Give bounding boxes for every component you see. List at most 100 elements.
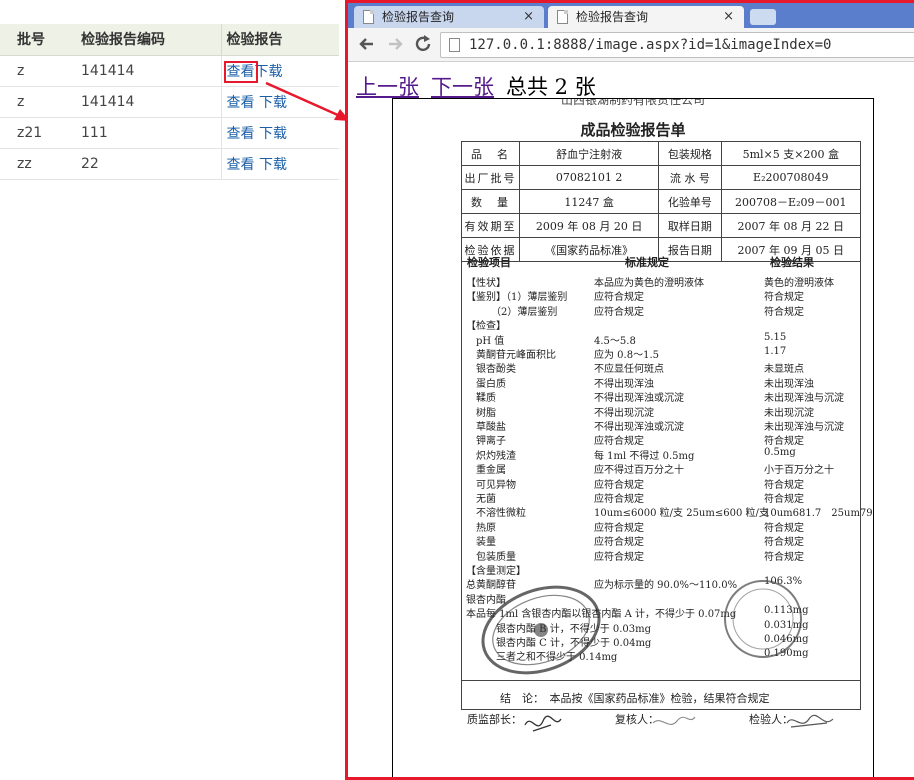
tab-title: 检验报告查询 (576, 10, 649, 24)
result-standard: 10um≤6000 粒/支 25um≤600 粒/支 (594, 508, 769, 520)
result-row: 蛋白质 不得出现浑浊 未出现浑浊 (466, 375, 866, 390)
result-item: 不溶性微粒 (466, 508, 526, 520)
result-row: 【检查】 (466, 317, 866, 332)
info-value: 200708－E₂09－001 (720, 189, 862, 214)
close-icon[interactable]: × (723, 6, 734, 28)
view-link[interactable]: 查看 (223, 60, 258, 83)
report-title: 成品检验报告单 (580, 121, 686, 139)
cell-batch: z (0, 55, 64, 87)
header-report: 检验报告 (220, 24, 339, 56)
result-row: 鞣质 不得出现浑浊或沉淀 未出现浑浊与沉淀 (466, 389, 866, 405)
result-value: 5.15 (764, 331, 787, 343)
browser-window: 检验报告查询 × 检验报告查询 × 127.0.0.1:8888/image.a… (345, 0, 914, 780)
result-item: 无菌 (466, 494, 496, 505)
download-link[interactable]: 下载 (259, 157, 287, 173)
result-row: 炽灼残渣 每 1ml 不得过 0.5mg 0.5mg (466, 446, 866, 462)
info-row: 出厂批号 07082101 2流 水 号 E₂200708049 (461, 165, 862, 190)
page-viewport: 上一张 下一张 总共 2 张 山西银湖制药有限责任公司 成品检验报告单 品 名舒血宁… (348, 63, 914, 777)
result-standard: 应符合规定 (594, 537, 644, 549)
result-value: 符合规定 (764, 436, 804, 448)
cell-batch: z (0, 86, 64, 118)
result-row: 重金属 应不得过百万分之十 小于百万分之十 (466, 461, 866, 477)
result-standard: 不得出现沉淀 (594, 407, 654, 419)
result-value: 符合规定 (764, 551, 804, 563)
report-info-table: 品 名舒血宁注射液 包装规格 5ml×5 支×200 盒出厂批号 07082101 2… (461, 141, 862, 262)
result-item: （2）薄层鉴别 (466, 306, 558, 318)
view-link[interactable]: 查看 (227, 95, 255, 111)
download-link[interactable]: 下载 (255, 64, 283, 80)
result-standard: 应符合规定 (594, 306, 644, 318)
reload-button[interactable] (412, 33, 434, 55)
signature-icon (524, 715, 562, 732)
result-row: 【鉴别】（1）薄层鉴别 应符合规定 符合规定 (466, 288, 866, 304)
result-value: 0.5mg (764, 446, 796, 458)
result-header-item: 检验项目 (467, 256, 511, 269)
close-icon[interactable]: × (523, 6, 534, 28)
result-item: 炽灼残渣 (466, 450, 516, 462)
result-row: 不溶性微粒 10um≤6000 粒/支 25um≤600 粒/支 10um681.7… (466, 504, 873, 520)
result-item: 【鉴别】（1）薄层鉴别 (466, 292, 568, 304)
info-value: 5ml×5 支×200 盒 (720, 141, 862, 166)
result-item: 银杏酚类 (466, 364, 516, 376)
cell-code: 141414 (64, 55, 221, 87)
result-item: 热原 (466, 522, 496, 534)
cell-code: 141414 (64, 86, 221, 118)
result-value: 未出现浑浊 (764, 378, 814, 390)
result-row: （2）薄层鉴别 应符合规定 符合规定 (466, 303, 866, 318)
cell-actions: 查看 下载 (220, 148, 339, 180)
image-pager: 上一张 下一张 总共 2 张 (356, 71, 596, 101)
company-name: 山西银湖制药有限责任公司 (560, 98, 705, 107)
result-item: 鞣质 (466, 393, 496, 405)
result-standard: 应符合规定 (594, 551, 644, 563)
tab-title: 检验报告查询 (382, 10, 455, 24)
info-row: 有效期至 2009 年 08 月 20 日取样日期 2007 年 08 月 22 日 (461, 213, 862, 238)
result-value: 符合规定 (764, 292, 804, 304)
forward-button[interactable] (384, 33, 406, 55)
image-count: 总共 2 张 (506, 75, 596, 99)
back-button[interactable] (356, 33, 378, 55)
table-row: zz 22 查看 下载 (0, 148, 339, 180)
result-header-result: 检验结果 (770, 256, 814, 269)
cell-batch: zz (0, 148, 64, 180)
scanned-report-image: 山西银湖制药有限责任公司 成品检验报告单 品 名舒血宁注射液 包装规格 5ml×5 … (392, 98, 874, 777)
browser-tab-inactive[interactable]: 检验报告查询 × (354, 6, 544, 28)
result-standard: 应符合规定 (594, 522, 644, 534)
company-seal-icon (481, 585, 601, 675)
result-row: 银杏酚类 不应显任何斑点 未显斑点 (466, 360, 866, 376)
result-item: pH 值 (466, 335, 505, 347)
result-value: 符合规定 (764, 306, 804, 318)
result-standard: 应符合规定 (594, 494, 644, 505)
browser-toolbar: 127.0.0.1:8888/image.aspx?id=1&imageInde… (348, 28, 914, 62)
view-link[interactable]: 查看 (227, 126, 255, 142)
prev-image-link[interactable]: 上一张 (356, 75, 419, 99)
result-row: 无菌 应符合规定 符合规定 (466, 490, 866, 505)
header-report-code: 检验报告编码 (64, 24, 221, 56)
result-standard: 4.5～5.8 (594, 335, 636, 347)
info-value: 2007 年 08 月 22 日 (720, 213, 862, 238)
next-image-link[interactable]: 下一张 (431, 75, 494, 99)
cell-code: 22 (64, 148, 221, 180)
result-value: 未出现浑浊与沉淀 (764, 422, 844, 433)
conclusion-frame: 结 论： 本品按《国家药品标准》检验，结果符合规定 (461, 680, 861, 710)
address-bar[interactable]: 127.0.0.1:8888/image.aspx?id=1&imageInde… (440, 32, 914, 58)
result-value: 未出现浑浊与沉淀 (764, 393, 844, 405)
result-row: 黄酮苷元峰面积比 应为 0.8～1.5 1.17 (466, 346, 866, 361)
result-item: 蛋白质 (466, 378, 506, 390)
new-tab-button[interactable] (750, 9, 776, 25)
result-item: 可见异物 (466, 479, 516, 491)
header-batch: 批号 (0, 24, 64, 56)
result-item: 【含量测定】 (466, 566, 526, 577)
info-value: 11247 盒 (518, 189, 660, 214)
result-item: 草酸盐 (466, 422, 506, 433)
page-icon (557, 10, 568, 24)
browser-tab-active[interactable]: 检验报告查询 × (548, 6, 744, 28)
view-link[interactable]: 查看 (227, 157, 255, 173)
result-item: 重金属 (466, 465, 506, 477)
info-value: 舒血宁注射液 (518, 141, 660, 166)
result-row: 钾离子 应符合规定 符合规定 (466, 432, 866, 448)
info-value: 2009 年 08 月 20 日 (518, 213, 660, 238)
info-label: 包装规格 (658, 141, 722, 166)
result-row: 热原 应符合规定 符合规定 (466, 519, 866, 534)
result-standard: 不应显任何斑点 (594, 364, 664, 376)
result-row: 装量 应符合规定 符合规定 (466, 533, 866, 549)
